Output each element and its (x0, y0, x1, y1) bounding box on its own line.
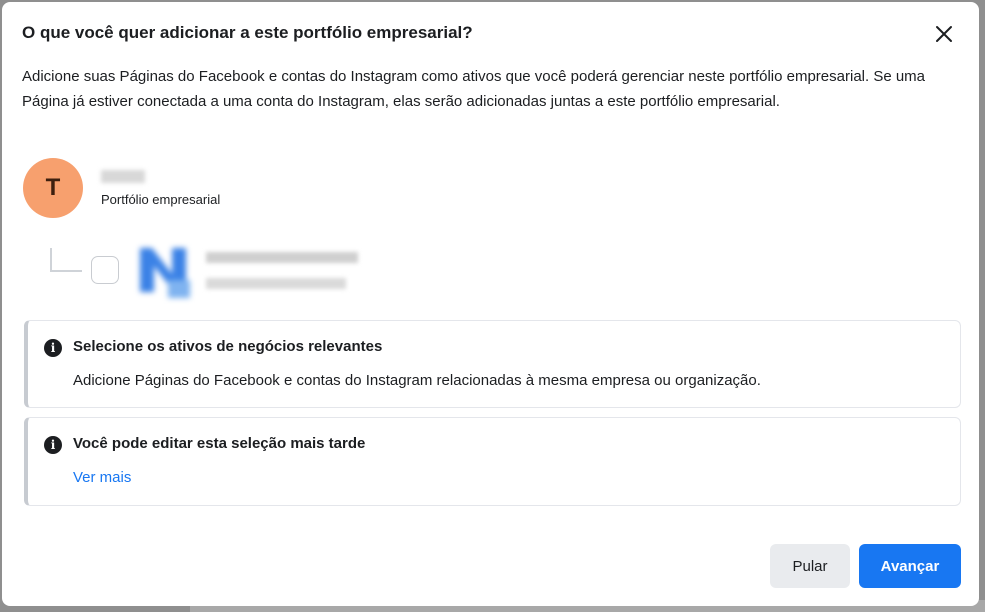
skip-button[interactable]: Pular (770, 544, 850, 588)
close-icon (936, 26, 952, 42)
see-more-link[interactable]: Ver mais (73, 469, 131, 486)
info-box-edit-later: i Você pode editar esta seleção mais tar… (24, 417, 961, 506)
info-title: Selecione os ativos de negócios relevant… (73, 338, 383, 355)
info-body: Adicione Páginas do Facebook e contas do… (73, 372, 761, 389)
portfolio-name-redacted (101, 170, 145, 183)
info-icon: i (44, 436, 62, 454)
page-type-redacted (206, 278, 346, 289)
tree-connector (50, 248, 82, 272)
close-button[interactable] (930, 20, 958, 48)
dialog-intro: Adicione suas Páginas do Facebook e cont… (22, 68, 926, 110)
portfolio-avatar: T (23, 158, 83, 218)
info-icon: i (44, 339, 62, 357)
page-name-redacted (206, 252, 358, 263)
next-button[interactable]: Avançar (859, 544, 961, 588)
info-box-relevant-assets: i Selecione os ativos de negócios releva… (24, 320, 961, 408)
page-thumbnail-redacted (134, 240, 194, 300)
asset-checkbox[interactable] (91, 256, 119, 284)
portfolio-subtitle: Portfólio empresarial (101, 192, 221, 207)
info-title: Você pode editar esta seleção mais tarde (73, 435, 366, 452)
add-assets-dialog: O que você quer adicionar a este portfól… (2, 2, 979, 606)
dialog-title: O que você quer adicionar a este portfól… (22, 23, 473, 42)
